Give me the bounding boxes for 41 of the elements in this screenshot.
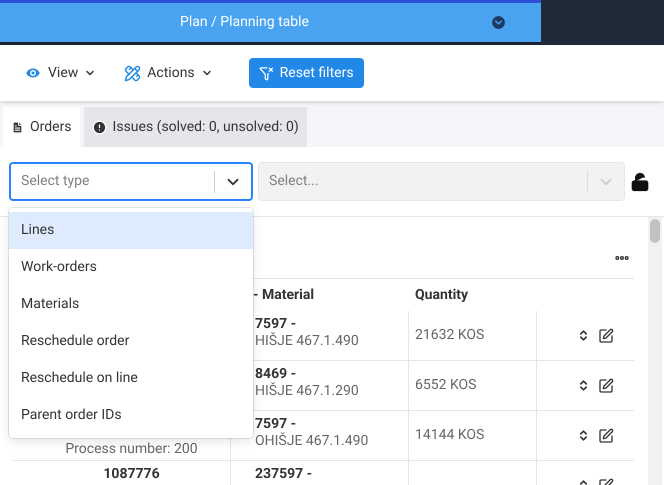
table-cell-text: 237597 -	[255, 466, 314, 483]
table-cell-text: OHIŠJE 467.1.490	[255, 433, 370, 450]
edit-icon[interactable]	[598, 428, 614, 444]
unlocked-icon[interactable]	[630, 172, 650, 192]
dropdown-option[interactable]: Work-orders	[9, 249, 253, 286]
document-icon	[11, 120, 24, 134]
table-cell: 6552 KOS	[415, 377, 476, 394]
sort-icon[interactable]	[577, 379, 590, 392]
table-cell-text: 8469 -	[255, 366, 298, 382]
table-cell-text: 7597 -	[255, 316, 298, 332]
dropdown-option[interactable]: Lines	[9, 212, 253, 249]
chevron-down-icon[interactable]	[490, 14, 507, 31]
type-select[interactable]: Select type	[9, 162, 253, 201]
alert-icon	[92, 120, 107, 134]
table-cell-text: HIŠJE 467.1.490	[255, 333, 360, 350]
table-cell-text: HIŠJE 467.1.290	[255, 383, 360, 400]
reset-filters-button[interactable]: Reset filters	[248, 58, 364, 88]
column-header: - Material	[253, 286, 314, 302]
filter-off-icon	[258, 66, 274, 80]
table-cell-text: Process number: 200	[65, 441, 198, 458]
pencil-ruler-icon	[124, 64, 142, 82]
table-cell-text: 7597 -	[255, 416, 298, 432]
page-title: Plan / Planning table	[180, 13, 309, 32]
dropdown-option[interactable]: Parent order IDs	[9, 397, 253, 434]
column-header: Quantity	[415, 286, 468, 302]
dropdown-option[interactable]: Reschedule order	[9, 323, 253, 360]
table-cell: 21632 KOS	[415, 327, 484, 344]
scrollbar[interactable]	[648, 217, 662, 485]
sort-icon[interactable]	[577, 429, 590, 442]
dropdown-option[interactable]: Reschedule on line	[9, 360, 253, 397]
edit-icon[interactable]	[598, 378, 614, 394]
menu-button[interactable]: Actions	[124, 62, 213, 84]
table-cell-text: 1087776	[103, 466, 160, 483]
edit-icon[interactable]	[598, 328, 614, 344]
tab[interactable]: Orders	[3, 107, 80, 147]
table-cell: 14144 KOS	[415, 427, 484, 444]
value-select: Select...	[258, 162, 625, 201]
menu-button[interactable]: View	[24, 62, 96, 84]
sort-icon[interactable]	[577, 329, 590, 342]
tab[interactable]: Issues (solved: 0, unsolved: 0)	[84, 107, 307, 147]
dropdown-option[interactable]: Materials	[9, 286, 253, 323]
